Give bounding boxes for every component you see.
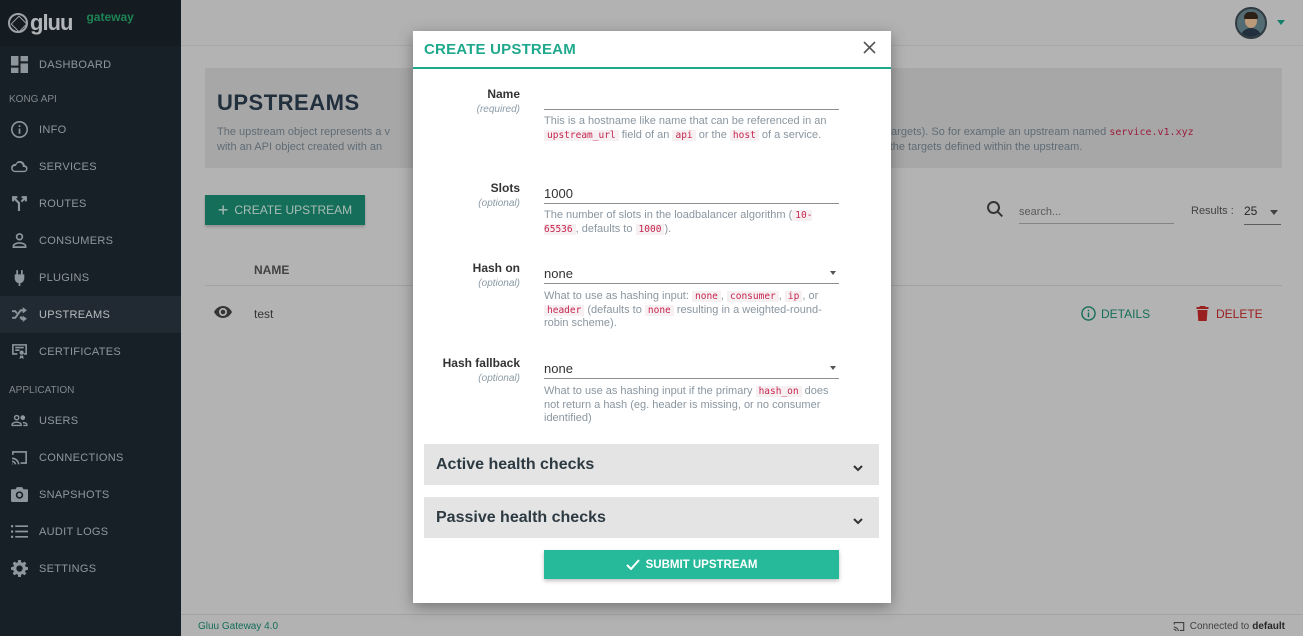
slots-help: The number of slots in the loadbalancer …: [544, 209, 839, 236]
passive-health-checks-accordion[interactable]: Passive health checks: [424, 497, 879, 538]
chevron-down-icon: [853, 459, 863, 472]
close-icon[interactable]: [863, 41, 876, 54]
help-code: ip: [784, 291, 803, 302]
hash-on-select[interactable]: none: [544, 261, 839, 284]
help-text: of a service.: [761, 128, 822, 141]
help-text: ,: [720, 290, 724, 302]
name-input[interactable]: [544, 87, 839, 110]
name-help: This is a hostname like name that can be…: [544, 115, 839, 142]
submit-upstream-button[interactable]: SUBMIT UPSTREAM: [544, 550, 839, 579]
help-code: none: [644, 304, 674, 316]
help-text: What to use as hashing input:: [544, 290, 689, 302]
help-code: header: [544, 304, 585, 316]
hash-fallback-optional-hint: (optional): [478, 373, 520, 384]
chevron-down-icon: [853, 512, 863, 525]
help-code: hash_on: [755, 386, 802, 397]
chevron-down-icon: [830, 366, 836, 370]
help-code: upstream_url: [544, 129, 619, 141]
create-upstream-modal: CREATE UPSTREAM Name (required) This is …: [413, 31, 891, 603]
help-text: What to use as hashing input if the prim…: [544, 385, 753, 397]
help-code: none: [692, 291, 721, 302]
help-text: resulting in a weighted-round-robin sche…: [544, 303, 822, 330]
help-code: consumer: [727, 291, 779, 302]
hash-fallback-select[interactable]: none: [544, 356, 839, 379]
check-icon: [625, 559, 640, 570]
help-code: api: [672, 129, 696, 141]
name-label: Name: [487, 87, 520, 101]
slots-label: Slots: [490, 181, 520, 195]
help-text: , or: [802, 290, 819, 302]
passive-health-checks-title: Passive health checks: [436, 508, 606, 526]
help-code: host: [729, 129, 759, 141]
name-required-hint: (required): [476, 104, 520, 115]
hash-fallback-value: none: [544, 361, 573, 376]
help-text: ,: [778, 290, 782, 302]
help-text: This is a hostname like name that can be…: [544, 115, 827, 127]
help-text: The number of slots in the loadbalancer …: [544, 209, 793, 221]
hash-fallback-label: Hash fallback: [442, 356, 520, 370]
hash-on-optional-hint: (optional): [478, 278, 520, 289]
help-text: ).: [664, 222, 672, 235]
modal-title: CREATE UPSTREAM: [424, 40, 576, 58]
help-code: 1000: [635, 223, 665, 235]
hash-on-label: Hash on: [472, 261, 520, 275]
modal-header: CREATE UPSTREAM: [413, 31, 891, 69]
chevron-down-icon: [830, 271, 836, 275]
hash-on-value: none: [544, 266, 573, 281]
slots-optional-hint: (optional): [478, 198, 520, 209]
active-health-checks-accordion[interactable]: Active health checks: [424, 444, 879, 485]
active-health-checks-title: Active health checks: [436, 455, 595, 473]
slots-input[interactable]: 1000: [544, 181, 839, 204]
help-text: field of an: [621, 128, 670, 141]
submit-upstream-label: SUBMIT UPSTREAM: [645, 558, 758, 571]
help-text: (defaults to: [587, 303, 642, 316]
hash-fallback-help: What to use as hashing input if the prim…: [544, 385, 839, 426]
help-text: or the: [698, 128, 727, 141]
help-text: , defaults to: [575, 222, 633, 235]
hash-on-help: What to use as hashing input: none, cons…: [544, 290, 839, 331]
